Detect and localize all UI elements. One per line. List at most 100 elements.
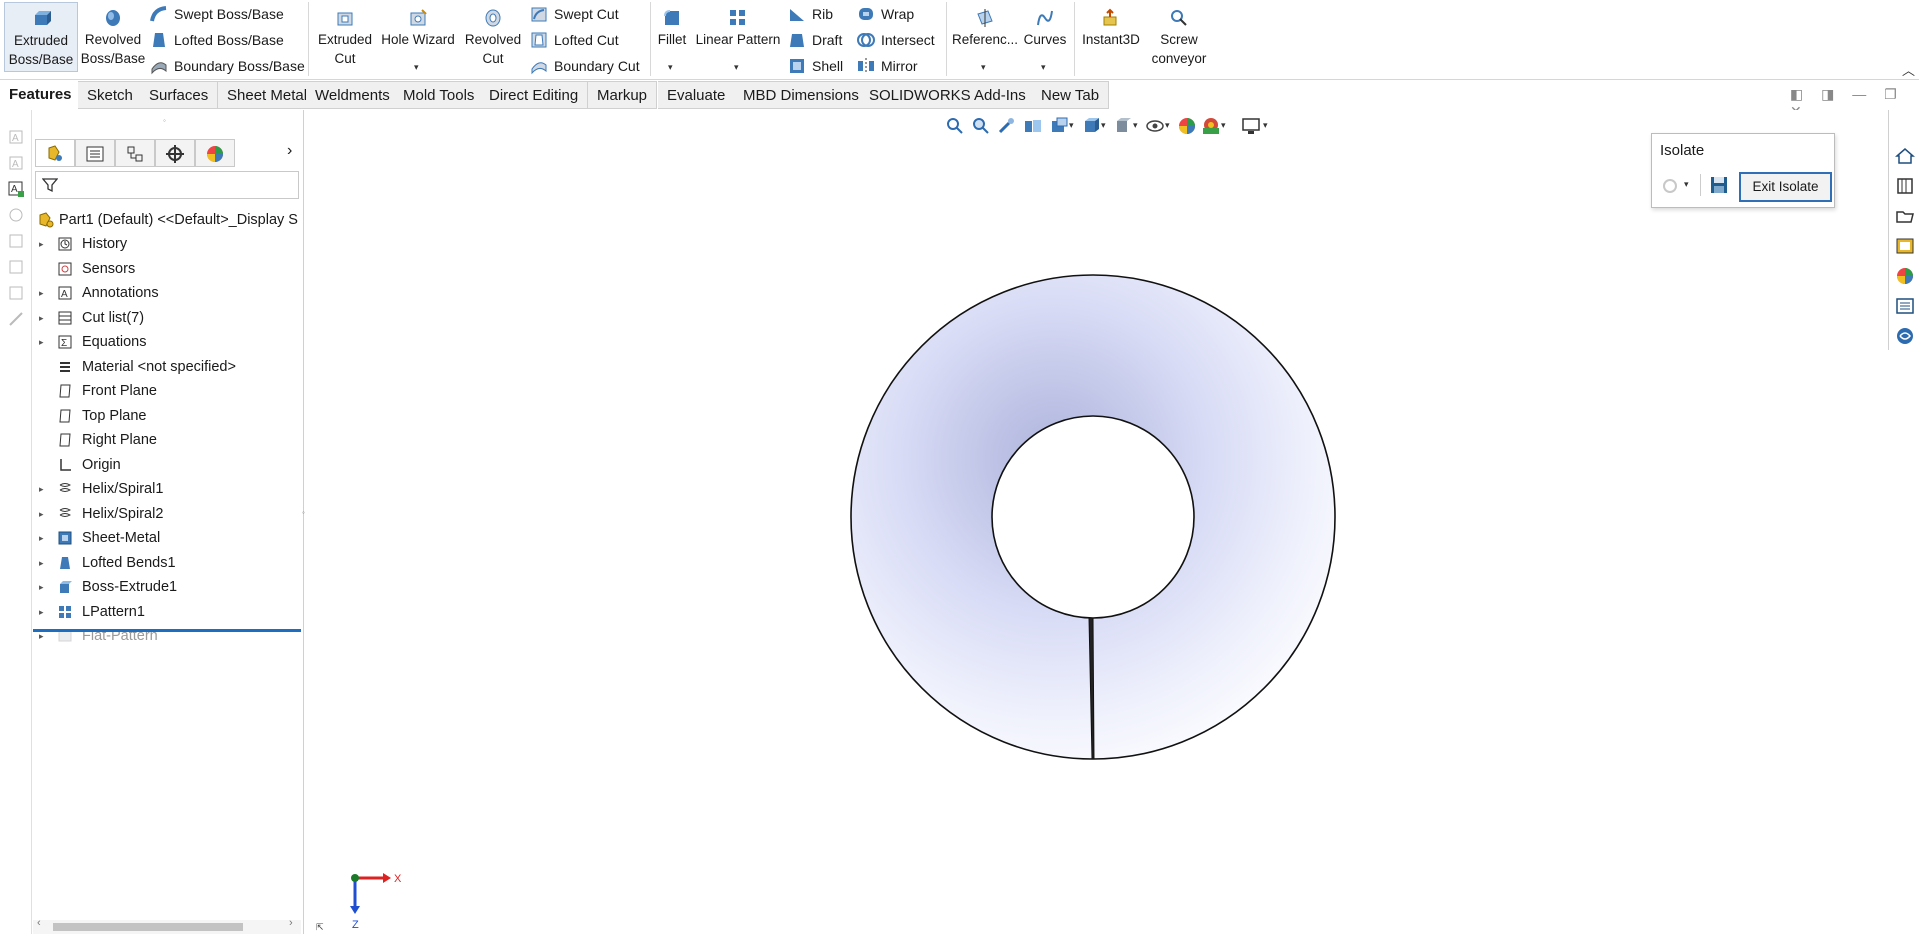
tab-sheet-metal[interactable]: Sheet Metal <box>218 81 318 109</box>
expand-chevron-icon[interactable]: ▸ <box>39 575 44 599</box>
extruded-boss-base-button[interactable]: Extruded Boss/Base <box>4 2 78 72</box>
tree-item-flat-pattern[interactable]: ▸ Flat-Pattern <box>33 624 301 648</box>
tab-features[interactable]: Features <box>0 81 81 109</box>
tree-item-right-plane[interactable]: Right Plane <box>33 428 301 452</box>
reference-geometry-button[interactable]: Referenc... <box>950 2 1020 52</box>
shell-button[interactable]: Shell <box>788 54 843 78</box>
file-explorer-icon[interactable] <box>1895 206 1915 226</box>
exit-isolate-button[interactable]: Exit Isolate <box>1739 172 1832 202</box>
tree-item-sensors[interactable]: Sensors <box>33 257 301 281</box>
expand-chevron-icon[interactable]: ▸ <box>39 330 44 354</box>
more-tabs-chevron-icon[interactable]: › <box>287 142 292 160</box>
tab-weldments[interactable]: Weldments <box>306 81 400 109</box>
expand-chevron-icon[interactable]: ▸ <box>39 232 44 256</box>
tab-solidworks-add-ins[interactable]: SOLIDWORKS Add-Ins <box>860 81 1036 109</box>
tree-root-part[interactable]: Part1 (Default) <<Default>_Display S <box>33 208 301 232</box>
tree-item-sheet-metal[interactable]: ▸ Sheet-Metal <box>33 526 301 550</box>
lofted-cut-button[interactable]: Lofted Cut <box>530 28 619 52</box>
zoom-to-area-icon[interactable] <box>971 116 991 136</box>
hide-show-dropdown-icon[interactable]: ▾ <box>1133 120 1138 131</box>
draft-button[interactable]: Draft <box>788 28 842 52</box>
section-view-icon[interactable] <box>1023 116 1043 136</box>
tree-item-helix-spiral2[interactable]: ▸ Helix/Spiral2 <box>33 502 301 526</box>
horizontal-scrollbar[interactable]: ‹ › <box>33 917 301 934</box>
dynamic-annotation-views-icon[interactable] <box>1049 116 1069 136</box>
feature-tree-filter[interactable] <box>35 171 299 199</box>
tree-item-annotations[interactable]: ▸ A Annotations <box>33 281 301 305</box>
graphics-area[interactable]: ▾ ▾ ▾ ▾ ▾ ▾ X Z ⇱ Isolate ▾ Exit Isolate <box>305 110 1888 934</box>
expand-chevron-icon[interactable]: ▸ <box>39 600 44 624</box>
view-orientation-dropdown-icon[interactable]: ▾ <box>1069 120 1074 131</box>
collapse-ribbon-icon[interactable]: ︿ <box>1902 60 1915 79</box>
expand-chevron-icon[interactable]: ▸ <box>39 502 44 526</box>
tree-item-material-not-specified[interactable]: Material <not specified> <box>33 355 301 379</box>
tab-mold-tools[interactable]: Mold Tools <box>394 81 485 109</box>
tree-item-lpattern1[interactable]: ▸ LPattern1 <box>33 600 301 624</box>
tree-item-lofted-bends1[interactable]: ▸ Lofted Bends1 <box>33 551 301 575</box>
tab-direct-editing[interactable]: Direct Editing <box>480 81 589 109</box>
tab-evaluate[interactable]: Evaluate <box>658 81 736 109</box>
scrollbar-thumb[interactable] <box>53 923 243 931</box>
boundary-cut-button[interactable]: Boundary Cut <box>530 54 640 78</box>
expand-chevron-icon[interactable]: ▸ <box>39 526 44 550</box>
fillet-button[interactable]: Fillet <box>654 2 690 52</box>
configuration-manager-tab[interactable] <box>115 139 155 167</box>
hole-wizard-dropdown-icon[interactable]: ▾ <box>414 62 419 73</box>
custom-properties-icon[interactable] <box>1895 296 1915 316</box>
view-orientation-icon[interactable] <box>1081 116 1101 136</box>
weld-symbol-icon[interactable] <box>7 310 25 328</box>
visibility-dropdown-icon[interactable]: ▾ <box>1684 179 1689 190</box>
hide-show-items-icon[interactable] <box>1145 116 1165 136</box>
boundary-boss-base-button[interactable]: Boundary Boss/Base <box>150 54 305 78</box>
previous-view-icon[interactable] <box>997 116 1017 136</box>
balloon-icon[interactable] <box>7 206 25 224</box>
minimize-icon[interactable]: — <box>1852 86 1866 102</box>
note-icon[interactable]: A <box>7 154 25 172</box>
apply-scene-icon[interactable] <box>1201 116 1221 136</box>
geometric-tolerance-icon[interactable] <box>7 284 25 302</box>
expand-chevron-icon[interactable]: ▸ <box>39 551 44 575</box>
expand-chevron-icon[interactable]: ▸ <box>39 477 44 501</box>
reference-dropdown-icon[interactable]: ▾ <box>981 62 986 73</box>
expand-chevron-icon[interactable]: ▸ <box>39 281 44 305</box>
display-style-icon[interactable] <box>1113 116 1133 136</box>
wrap-button[interactable]: Wrap <box>857 2 914 26</box>
view-settings-dropdown-icon[interactable]: ▾ <box>1263 120 1268 131</box>
restore-icon[interactable]: ❐ <box>1884 86 1897 102</box>
display-manager-tab[interactable] <box>195 139 235 167</box>
screw-conveyor-button[interactable]: Screw conveyor <box>1146 2 1212 72</box>
home-icon[interactable] <box>1895 146 1915 166</box>
curves-dropdown-icon[interactable]: ▾ <box>1041 62 1046 73</box>
ring-inner-edge[interactable] <box>991 415 1195 619</box>
surface-finish-icon[interactable] <box>7 232 25 250</box>
instant3d-button[interactable]: Instant3D <box>1078 2 1144 52</box>
solidworks-resources-icon[interactable] <box>1895 326 1915 346</box>
mirror-button[interactable]: Mirror <box>857 54 918 78</box>
linear-pattern-button[interactable]: Linear Pattern <box>692 2 784 52</box>
tree-item-history[interactable]: ▸ History <box>33 232 301 256</box>
tab-surfaces[interactable]: Surfaces <box>140 81 219 109</box>
design-library-icon[interactable] <box>1895 176 1915 196</box>
revolved-cut-button[interactable]: Revolved Cut <box>460 2 526 72</box>
tree-item-helix-spiral1[interactable]: ▸ Helix/Spiral1 <box>33 477 301 501</box>
visibility-toggle-icon[interactable] <box>1660 176 1680 196</box>
tab-markup[interactable]: Markup <box>588 81 658 109</box>
edit-appearance-icon[interactable] <box>1177 116 1197 136</box>
appearances-scenes-icon[interactable] <box>1895 266 1915 286</box>
tree-item-front-plane[interactable]: Front Plane <box>33 379 301 403</box>
curves-button[interactable]: Curves <box>1020 2 1070 52</box>
save-icon[interactable] <box>1710 176 1728 194</box>
display-style-dropdown-icon[interactable]: ▾ <box>1101 120 1106 131</box>
tab-mbd-dimensions[interactable]: MBD Dimensions <box>734 81 869 109</box>
hole-wizard-button[interactable]: Hole Wizard <box>380 2 456 52</box>
feature-manager-tab[interactable] <box>35 139 75 167</box>
tree-item-cut-list-7[interactable]: ▸ Cut list(7) <box>33 306 301 330</box>
swept-cut-button[interactable]: Swept Cut <box>530 2 619 26</box>
dimxpert-manager-tab[interactable] <box>155 139 195 167</box>
tile-left-icon[interactable]: ◧ <box>1790 86 1803 102</box>
tree-item-origin[interactable]: Origin <box>33 453 301 477</box>
property-manager-tab[interactable] <box>75 139 115 167</box>
extruded-cut-button[interactable]: Extruded Cut <box>312 2 378 72</box>
tab-new-tab[interactable]: New Tab <box>1032 81 1110 109</box>
expand-chevron-icon[interactable]: ▸ <box>39 624 44 648</box>
